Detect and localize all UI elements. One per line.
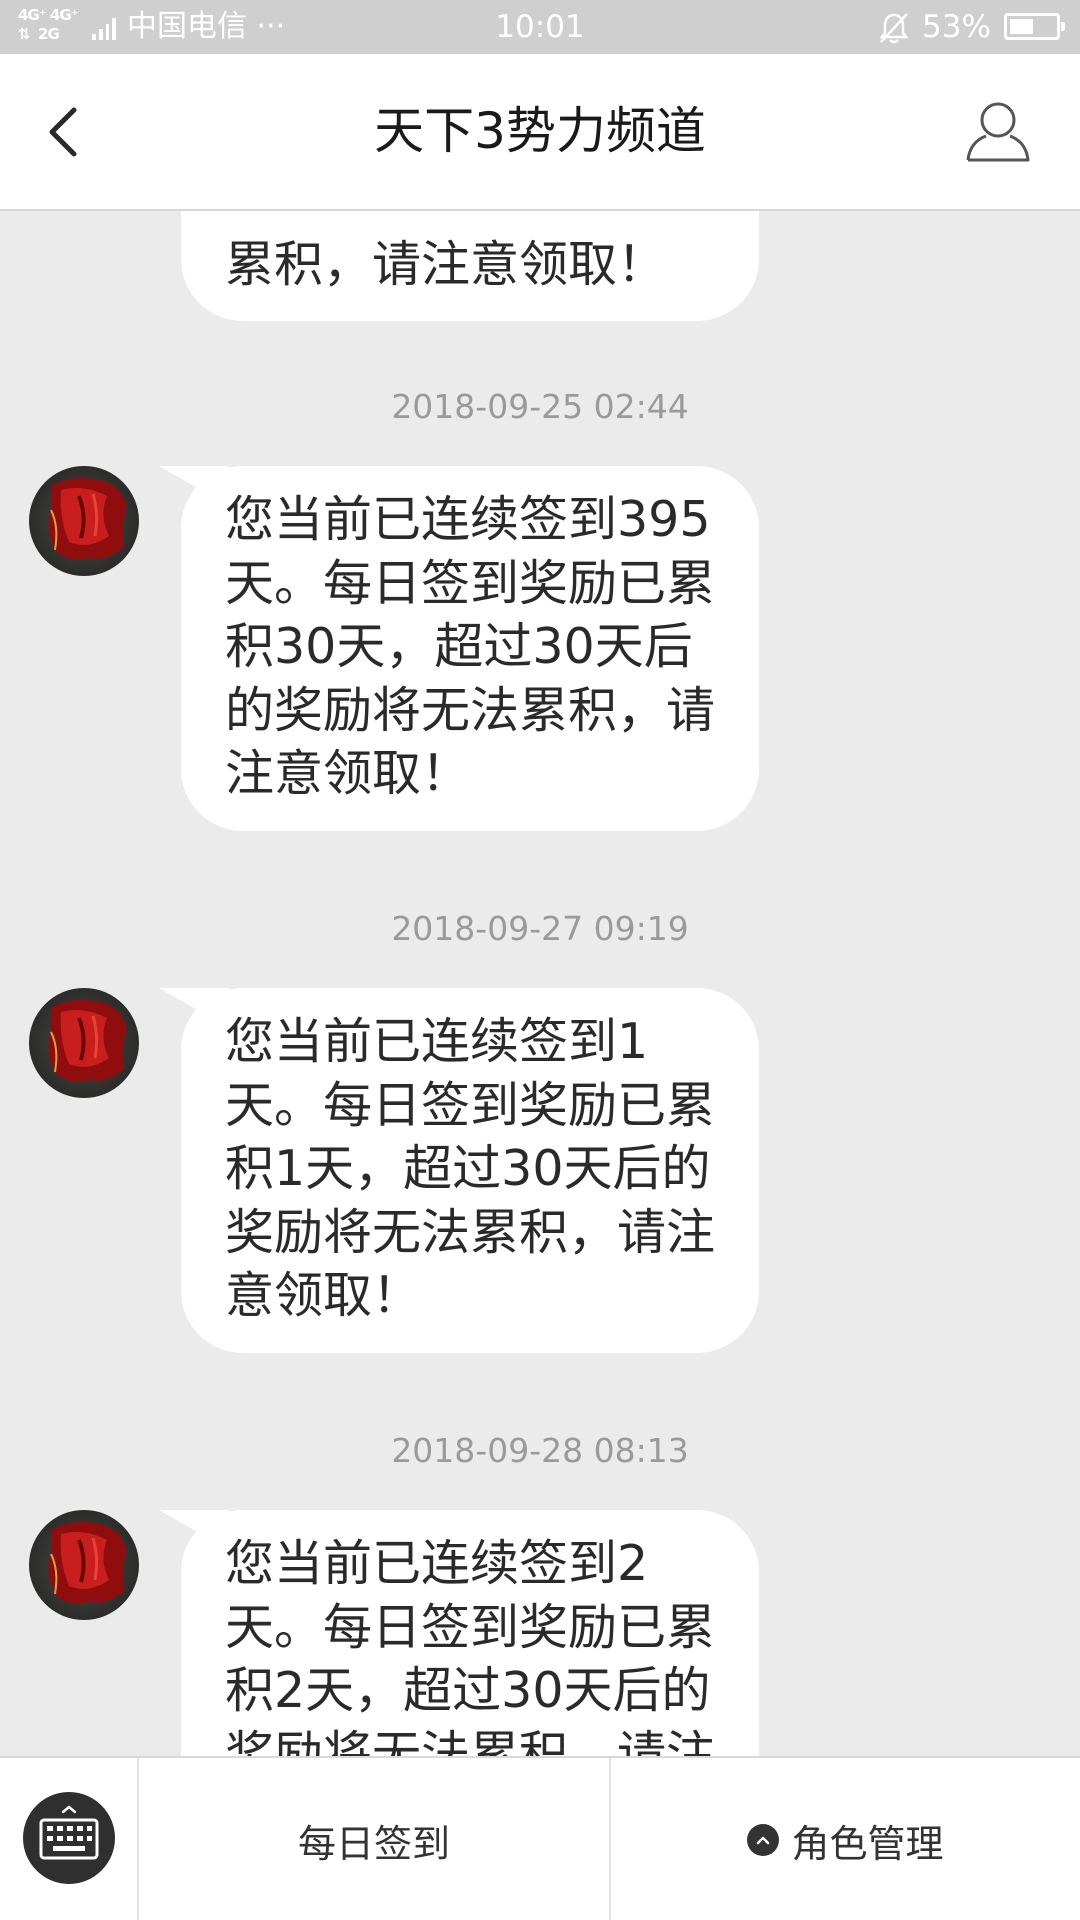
message-bubble: 您当前已连续签到2天。每日签到奖励已累积2天，超过30天后的奖励将无法累积，请注…: [181, 1510, 759, 1756]
battery-icon: [1004, 13, 1065, 40]
message-text: 您当前已连续签到395天。每日签到奖励已累积30天，超过30天后的奖励将无法累积…: [225, 491, 716, 802]
avatar-image: [48, 478, 127, 560]
status-time: 10:01: [495, 9, 585, 45]
message-timestamp: 2018-09-28 08:13: [391, 1431, 689, 1470]
message-bubble: 您当前已连续签到1天。每日签到奖励已累积1天，超过30天后的奖励将无法累积，请注…: [181, 988, 759, 1353]
bottom-menu-bar: 每日签到 角色管理: [0, 1756, 1080, 1920]
message-list[interactable]: 累积，请注意领取！ 2018-09-25 02:44 您当前已连续签到395天。…: [0, 211, 1080, 1756]
page-title: 天下3势力频道: [374, 102, 706, 160]
message-text: 累积，请注意领取！: [225, 236, 667, 293]
avatar-image: [48, 1000, 127, 1082]
message-text: 您当前已连续签到1天。每日签到奖励已累积1天，超过30天后的奖励将无法累积，请注…: [225, 1013, 716, 1324]
message-text: 您当前已连续签到2天。每日签到奖励已累积2天，超过30天后的奖励将无法累积，请注…: [225, 1535, 716, 1756]
battery-percent: 53%: [922, 9, 991, 45]
battery-fill: [1010, 19, 1033, 34]
message-bubble: 累积，请注意领取！: [181, 211, 759, 321]
tab-role-manage[interactable]: 角色管理: [611, 1758, 1080, 1920]
app-header: 天下3势力频道: [0, 54, 1080, 211]
tab-label: 角色管理: [791, 1821, 944, 1866]
message-bubble: 您当前已连续签到395天。每日签到奖励已累积30天，超过30天后的奖励将无法累积…: [181, 466, 759, 831]
avatar-image: [48, 1522, 127, 1604]
keyboard-icon: [39, 1805, 99, 1860]
tab-label: 每日签到: [297, 1821, 450, 1866]
keyboard-toggle-button[interactable]: [23, 1792, 115, 1884]
avatar[interactable]: [29, 1510, 139, 1620]
tab-daily-signin[interactable]: 每日签到: [139, 1758, 609, 1920]
bell-off-icon: [879, 13, 909, 44]
avatar[interactable]: [29, 988, 139, 1098]
status-bar: 4G⁺ 4G⁺ ⇅ 2G 中国电信 ··· 10:01 53%: [0, 0, 1080, 54]
avatar[interactable]: [29, 466, 139, 576]
chevron-up-circle-icon: [747, 1824, 780, 1856]
user-profile-icon[interactable]: [964, 98, 1032, 166]
message-timestamp: 2018-09-25 02:44: [391, 387, 689, 426]
message-timestamp: 2018-09-27 09:19: [391, 909, 689, 948]
